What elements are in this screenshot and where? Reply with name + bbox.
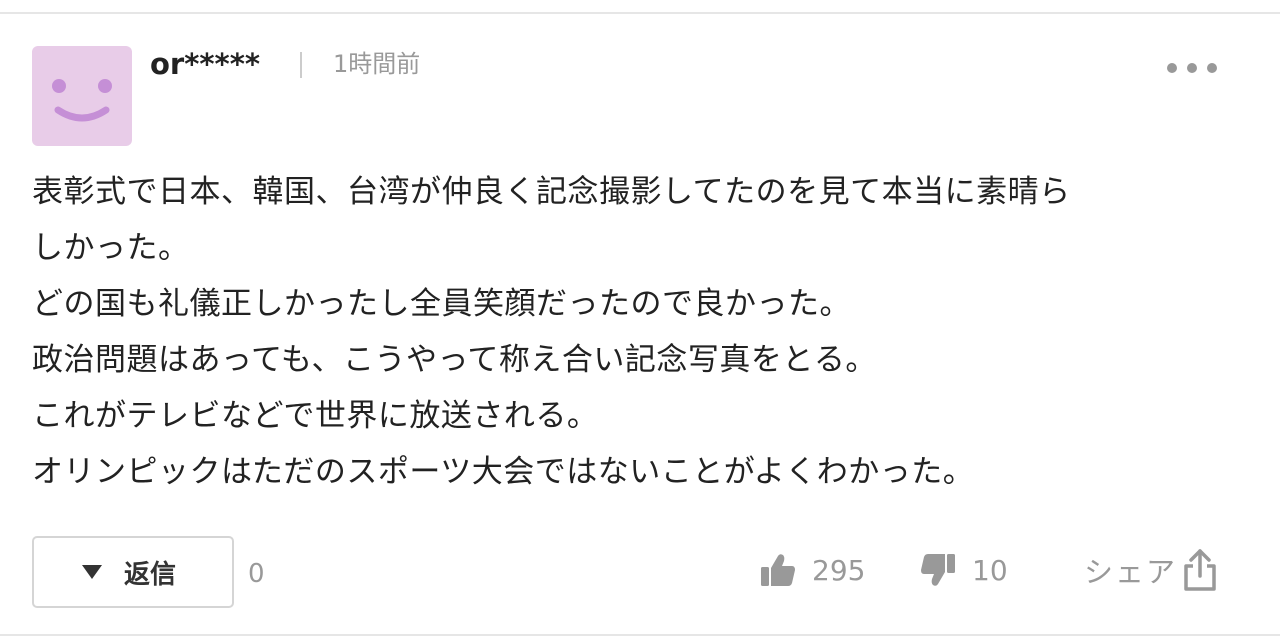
dislike-button[interactable]: 10: [920, 548, 1008, 592]
share-icon: [1184, 549, 1216, 591]
avatar[interactable]: [32, 46, 132, 146]
comment-line: 表彰式で日本、韓国、台湾が仲良く記念撮影してたのを見て本当に素晴ら: [32, 174, 1071, 210]
triangle-down-icon: [81, 565, 102, 579]
like-button[interactable]: 295: [760, 548, 865, 592]
thumbs-down-icon: [921, 554, 955, 586]
share-button[interactable]: シェア: [1084, 548, 1217, 592]
reply-button[interactable]: 返信: [32, 536, 234, 608]
more-options-button[interactable]: [1160, 52, 1224, 84]
more-dots-icon: [1167, 63, 1217, 73]
header-separator: [300, 52, 302, 78]
comment-line: 政治問題はあっても、こうやって称え合い記念写真をとる。: [32, 342, 877, 378]
comment-line: どの国も礼儀正しかったし全員笑顔だったので良かった。: [32, 286, 851, 322]
timestamp: 1時間前: [333, 50, 421, 78]
smiley-face-icon: [52, 79, 112, 122]
reply-count: 0: [248, 559, 265, 589]
share-label: シェア: [1084, 555, 1178, 589]
comment-body: 表彰式で日本、韓国、台湾が仲良く記念撮影してたのを見て本当に素晴ら しかった。 …: [32, 164, 1252, 500]
dislike-count: 10: [972, 553, 1008, 587]
top-divider: [0, 12, 1280, 14]
like-count: 295: [812, 553, 866, 587]
thumbs-up-icon: [761, 554, 795, 586]
comment-line: オリンピックはただのスポーツ大会ではないことがよくわかった。: [32, 454, 975, 490]
comment-line: しかった。: [32, 230, 190, 266]
username: or*****: [150, 47, 261, 81]
reply-label: 返信: [123, 559, 176, 590]
comment-line: これがテレビなどで世界に放送される。: [32, 398, 599, 434]
bottom-divider: [0, 634, 1280, 636]
